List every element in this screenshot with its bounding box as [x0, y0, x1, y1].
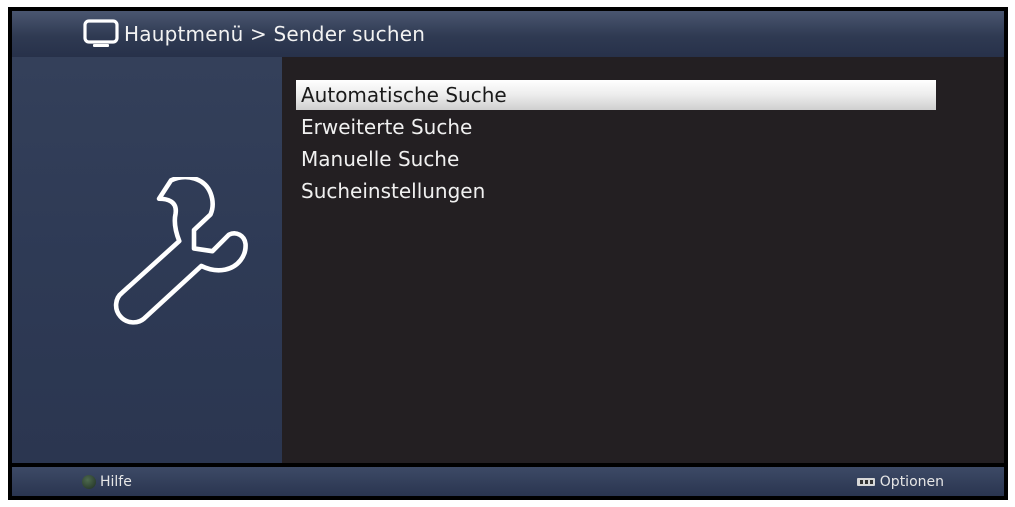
menu-item-manuelle-suche[interactable]: Manuelle Suche: [296, 144, 936, 174]
option-key-icon: [856, 476, 876, 488]
tv-screen: Hauptmenü > Sender suchen Automatische S…: [8, 7, 1008, 500]
sidebar-panel: [12, 57, 282, 463]
help-hint[interactable]: Hilfe: [82, 474, 132, 490]
menu-item-label: Erweiterte Suche: [301, 115, 473, 139]
help-label: Hilfe: [100, 473, 132, 490]
tv-icon: [82, 18, 120, 50]
menu-item-label: Sucheinstellungen: [301, 179, 486, 203]
options-hint[interactable]: Optionen: [856, 474, 944, 490]
footer-bar: Hilfe Optionen: [12, 467, 1004, 496]
options-label: Optionen: [879, 473, 944, 490]
menu-item-sucheinstellungen[interactable]: Sucheinstellungen: [296, 176, 936, 206]
menu-item-label: Automatische Suche: [301, 83, 507, 107]
main-panel: Automatische Suche Erweiterte Suche Manu…: [282, 57, 1004, 463]
menu-item-automatische-suche[interactable]: Automatische Suche: [296, 80, 936, 110]
menu-item-label: Manuelle Suche: [301, 147, 460, 171]
green-button-icon: [82, 474, 96, 489]
breadcrumb: Hauptmenü > Sender suchen: [124, 22, 426, 46]
search-menu: Automatische Suche Erweiterte Suche Manu…: [296, 80, 936, 208]
header-bar: Hauptmenü > Sender suchen: [12, 11, 1004, 57]
wrench-icon: [96, 174, 276, 337]
menu-item-erweiterte-suche[interactable]: Erweiterte Suche: [296, 112, 936, 142]
